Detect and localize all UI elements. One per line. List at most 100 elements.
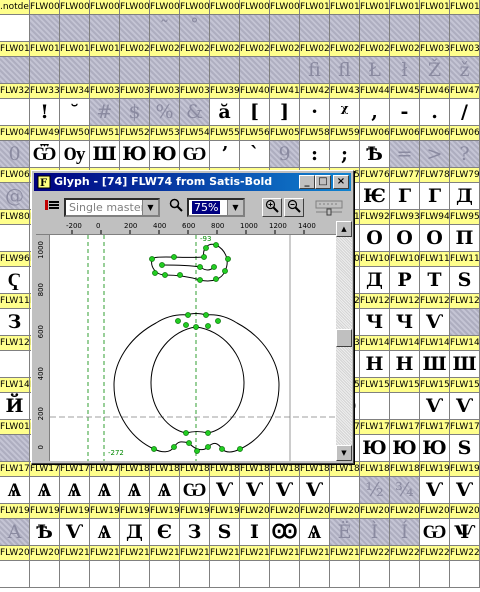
master-select[interactable]: Single master ▼ <box>64 198 160 217</box>
glyph-cell[interactable]: FLW185 Ѵ <box>270 462 300 504</box>
glyph-cell[interactable]: FLW218 <box>300 546 330 588</box>
glyph-cell[interactable]: FLW004 <box>120 0 150 42</box>
glyph-cell[interactable]: FLW158 Ѵ <box>420 378 450 420</box>
glyph-cell[interactable]: FLW005˜ <box>150 0 180 42</box>
glyph-cell[interactable]: FLW015 <box>450 0 480 42</box>
glyph-cell[interactable]: FLW125 Ч <box>390 294 420 336</box>
glyph-cell[interactable]: FLW001 <box>30 0 60 42</box>
glyph-cell[interactable]: FLW020 <box>120 42 150 84</box>
glyph-cell[interactable]: FLW200 І <box>240 504 270 546</box>
glyph-cell[interactable]: FLW112 З <box>0 294 30 336</box>
glyph-cell[interactable]: FLW215 <box>210 546 240 588</box>
minimize-button[interactable]: _ <box>299 175 315 189</box>
glyph-window[interactable]: F Glyph - [74] FLW74 from Satis-Bold _ □… <box>31 170 354 464</box>
glyph-cell[interactable]: FLW79 Д <box>450 168 480 210</box>
glyph-cell[interactable]: FLW202 Ѧ <box>300 504 330 546</box>
glyph-cell[interactable]: FLW176 Ѧ <box>0 462 30 504</box>
glyph-cell[interactable]: FLW187 <box>330 462 360 504</box>
window-titlebar[interactable]: F Glyph - [74] FLW74 from Satis-Bold _ □… <box>34 173 351 191</box>
glyph-cell[interactable]: FLW022 <box>180 42 210 84</box>
glyph-cell[interactable]: FLW143 Ш <box>450 336 480 378</box>
glyph-cell[interactable]: FLW186 Ѵ <box>300 462 330 504</box>
glyph-cell[interactable]: FLW184 Ѵ <box>240 462 270 504</box>
glyph-cell[interactable]: FLW027fl <box>330 42 360 84</box>
glyph-cell[interactable]: FLW219 <box>330 546 360 588</box>
glyph-outline[interactable]: -93 -272 <box>50 235 336 461</box>
glyph-cell[interactable]: FLW108 Д <box>360 252 390 294</box>
glyph-cell[interactable]: FLW026fi <box>300 42 330 84</box>
glyph-cell[interactable]: FLW42 · <box>300 84 330 126</box>
layers-icon[interactable] <box>42 198 62 217</box>
glyph-cell[interactable]: FLW208 <box>0 546 30 588</box>
glyph-cell[interactable]: FLW32 <box>0 84 30 126</box>
glyph-cell[interactable]: FLW216 <box>240 546 270 588</box>
glyph-cell[interactable]: FLW78 Г <box>420 168 450 210</box>
glyph-cell[interactable]: FLW062> <box>420 126 450 168</box>
glyph-cell[interactable]: FLW77 Г <box>390 168 420 210</box>
glyph-cell[interactable]: FLW199 Ѕ <box>210 504 240 546</box>
glyph-cell[interactable]: FLW196 Д <box>120 504 150 546</box>
glyph-cell[interactable]: FLW038& <box>180 84 210 126</box>
glyph-cell[interactable]: FLW34 ˘ <box>60 84 90 126</box>
zoom-out-button[interactable] <box>284 198 304 217</box>
glyph-cell[interactable]: FLW126 Ѵ <box>420 294 450 336</box>
glyph-cell[interactable]: FLW55 ʼ <box>210 126 240 168</box>
glyph-cell[interactable]: FLW209 <box>30 546 60 588</box>
glyph-cell[interactable]: FLW33! <box>30 84 60 126</box>
glyph-cell[interactable]: FLW197 Є <box>150 504 180 546</box>
glyph-cell[interactable]: FLW124 Ч <box>360 294 390 336</box>
glyph-cell[interactable]: FLW029ł <box>390 42 420 84</box>
glyph-cell[interactable]: FLW183 Ѵ <box>210 462 240 504</box>
glyph-cell[interactable]: FLW008 <box>240 0 270 42</box>
glyph-cell[interactable]: FLW018 <box>60 42 90 84</box>
glyph-cell[interactable]: FLW181 Ѧ <box>150 462 180 504</box>
glyph-cell[interactable]: FLW95 П <box>450 210 480 252</box>
glyph-cell[interactable]: FLW49 Ѿ <box>30 126 60 168</box>
glyph-cell[interactable]: FLW028Ł <box>360 42 390 84</box>
glyph-cell[interactable]: FLW207 Ѱ <box>450 504 480 546</box>
glyph-cell[interactable]: FLW192A <box>0 504 30 546</box>
glyph-cell[interactable]: FLW210 <box>60 546 90 588</box>
glyph-cell[interactable]: FLW80 <box>0 210 30 252</box>
glyph-cell[interactable]: FLW182 Ѡ <box>180 462 210 504</box>
glyph-cell[interactable]: FLW206 Ѡ <box>420 504 450 546</box>
glyph-cell[interactable]: FLW063? <box>450 126 480 168</box>
glyph-cell[interactable]: FLW006˚ <box>180 0 210 42</box>
glyph-cell[interactable]: FLW012 <box>360 0 390 42</box>
glyph-cell[interactable]: FLW222 <box>420 546 450 588</box>
glyph-cell[interactable]: FLW180 Ѧ <box>120 462 150 504</box>
glyph-cell[interactable]: FLW178 Ѧ <box>60 462 90 504</box>
glyph-edit-canvas[interactable]: -93 -272 <box>50 235 336 461</box>
scroll-thumb[interactable] <box>336 329 352 347</box>
glyph-cell[interactable]: FLW58: <box>300 126 330 168</box>
glyph-cell[interactable]: FLW144 Й <box>0 378 30 420</box>
maximize-button[interactable]: □ <box>315 175 331 189</box>
glyph-cell[interactable]: FLW060 Ѣ <box>360 126 390 168</box>
glyph-cell[interactable]: FLW025 <box>270 42 300 84</box>
glyph-cell[interactable]: FLW031ž <box>450 42 480 84</box>
glyph-cell[interactable]: FLW140 Н <box>360 336 390 378</box>
glyph-cell[interactable]: FLW111 Ѕ <box>450 252 480 294</box>
glyph-cell[interactable]: FLW214 <box>180 546 210 588</box>
glyph-cell[interactable]: FLW223 <box>450 546 480 588</box>
glyph-cell[interactable]: FLW212 <box>120 546 150 588</box>
glyph-cell[interactable]: FLW203Ё <box>330 504 360 546</box>
glyph-cell[interactable]: FLW39 ӑ <box>210 84 240 126</box>
glyph-cell[interactable]: FLW016 <box>0 420 30 462</box>
glyph-cell[interactable]: FLW188½ <box>360 462 390 504</box>
glyph-cell[interactable]: FLW179 Ѧ <box>90 462 120 504</box>
glyph-cell[interactable]: FLW007 <box>210 0 240 42</box>
glyph-cell[interactable]: FLW0480 <box>0 126 30 168</box>
glyph-cell[interactable]: FLW030Ž <box>420 42 450 84</box>
glyph-cell[interactable]: FLW194 Ѵ <box>60 504 90 546</box>
glyph-cell[interactable]: FLW217 <box>270 546 300 588</box>
scroll-up-button[interactable]: ▲ <box>336 221 352 237</box>
glyph-cell[interactable]: FLW92 О <box>360 210 390 252</box>
glyph-cell[interactable]: FLW110 Т <box>420 252 450 294</box>
glyph-cell[interactable]: FLW013 <box>390 0 420 42</box>
glyph-cell[interactable]: FLW035# <box>90 84 120 126</box>
glyph-cell[interactable]: FLW0579 <box>270 126 300 168</box>
glyph-cell[interactable]: FLW190 Ѵ <box>420 462 450 504</box>
glyph-cell[interactable]: FLW061= <box>390 126 420 168</box>
glyph-cell[interactable]: FLW159 Ѵ <box>450 378 480 420</box>
